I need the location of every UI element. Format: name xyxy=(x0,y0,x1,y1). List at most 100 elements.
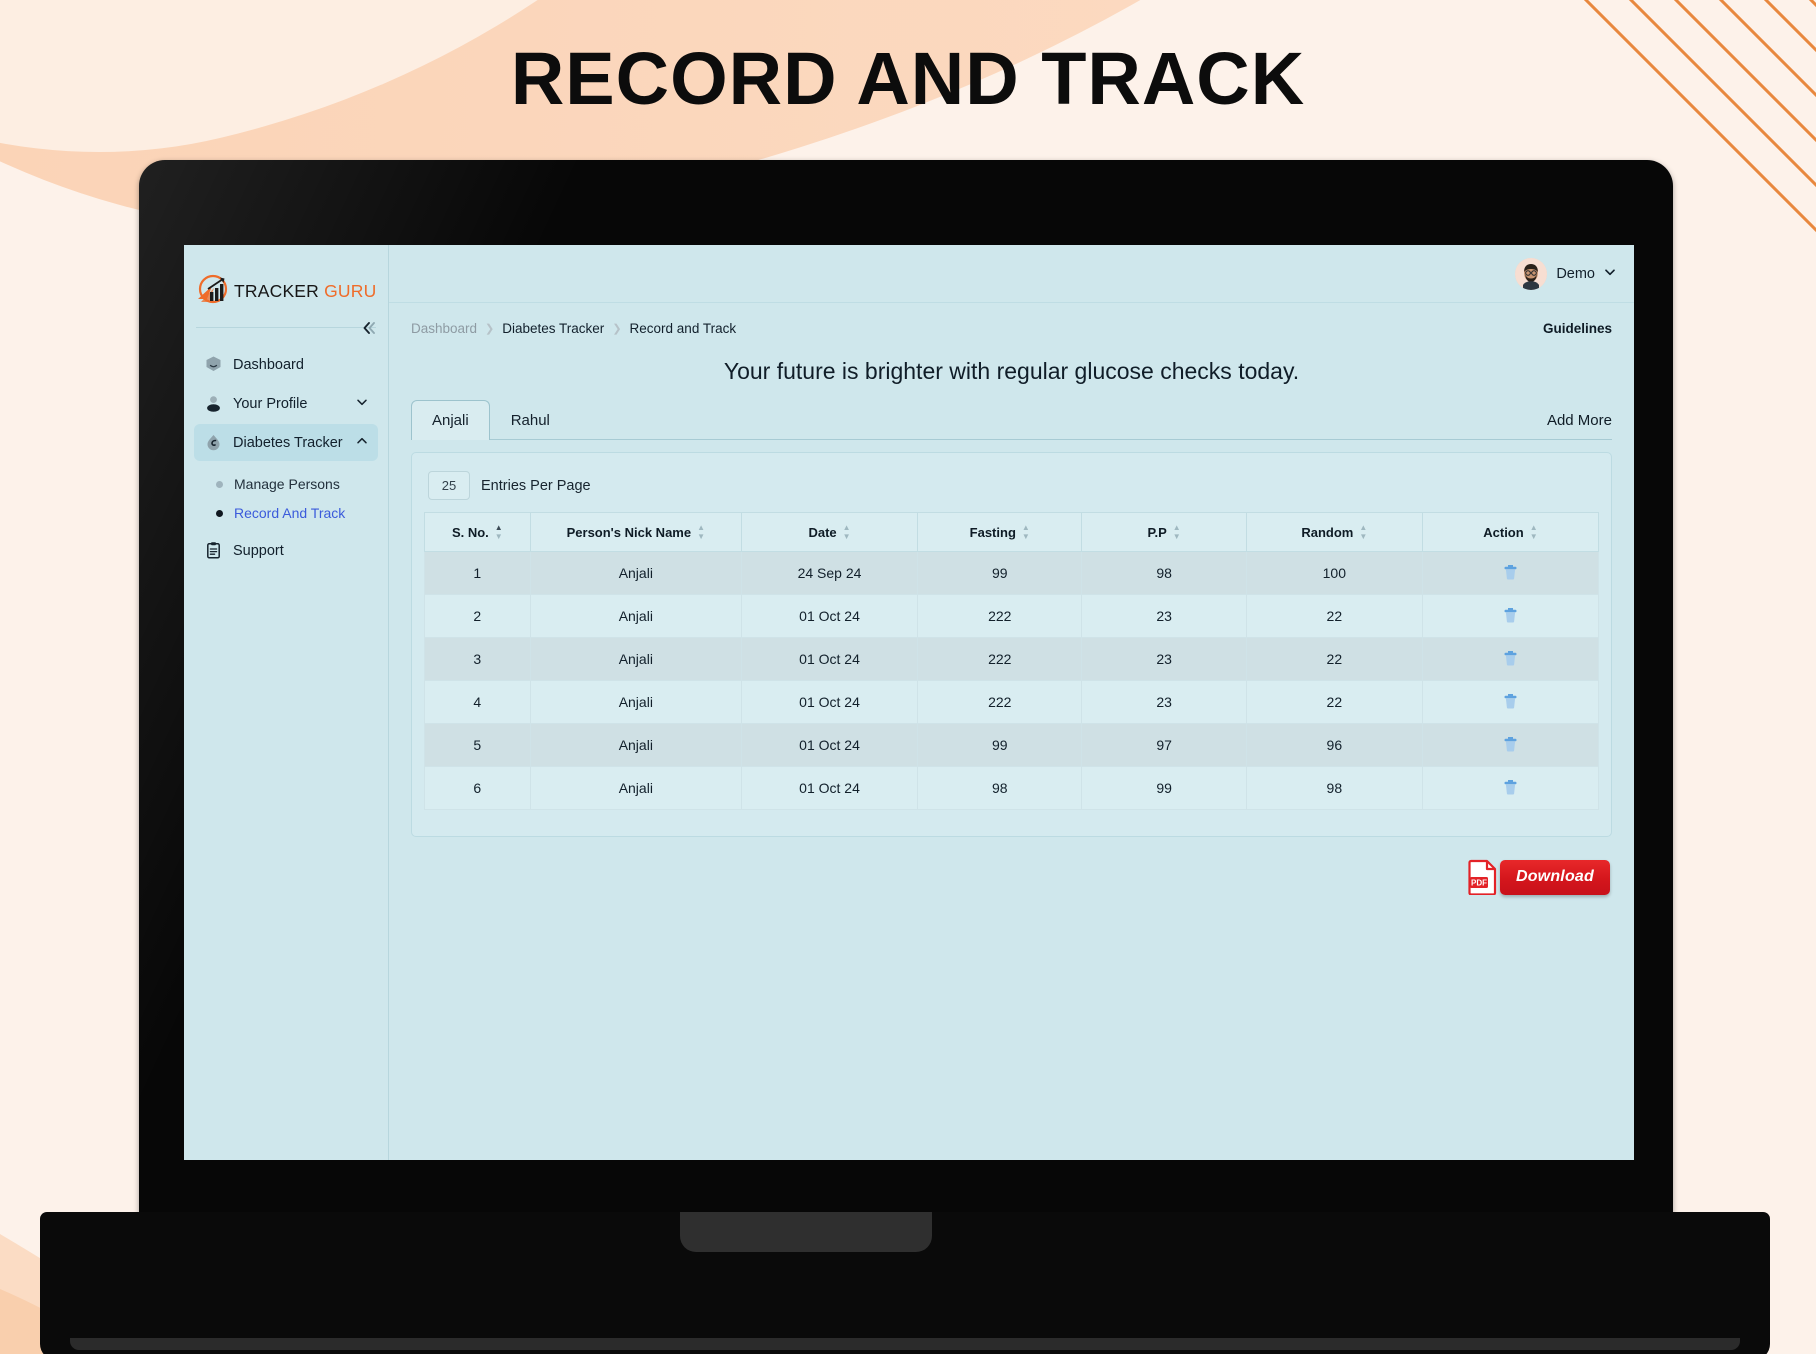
column-header-date[interactable]: Date ▲ ▼ xyxy=(740,512,919,552)
bullet-icon xyxy=(216,509,223,517)
trash-icon[interactable] xyxy=(1503,778,1518,795)
tabs-row: Anjali Rahul Add More xyxy=(389,399,1634,440)
sidebar-item-dashboard[interactable]: Dashboard xyxy=(194,346,378,383)
person-tabs: Anjali Rahul xyxy=(411,399,571,440)
column-header-label: Action xyxy=(1483,524,1524,540)
column-header-s-no[interactable]: S. No. ▲ ▼ xyxy=(424,512,531,552)
cell-date: 01 Oct 24 xyxy=(740,766,919,810)
download-button[interactable]: PDF Download xyxy=(1468,859,1610,896)
table-header-row: S. No. ▲ ▼ Person's Nick Name ▲ ▼ Date ▲ ▼ xyxy=(424,512,1600,552)
sidebar-item-manage-persons[interactable]: Manage Persons xyxy=(194,471,378,497)
breadcrumb-item-dashboard[interactable]: Dashboard xyxy=(411,321,477,336)
column-header-random[interactable]: Random ▲ ▼ xyxy=(1245,512,1423,552)
cell-action xyxy=(1421,766,1600,810)
pdf-label: PDF xyxy=(1471,878,1487,887)
cell-s-no: 4 xyxy=(424,680,531,724)
cell-s-no: 2 xyxy=(424,594,531,638)
app-screen: TRACKER GURU Dashboard Your Profile Diab… xyxy=(184,245,1634,1160)
sort-icon[interactable]: ▲ ▼ xyxy=(1359,524,1367,541)
cell-name: Anjali xyxy=(529,680,742,724)
sort-icon[interactable]: ▲ ▼ xyxy=(1530,524,1538,541)
chart-arrow-logo-icon xyxy=(194,273,230,309)
records-table: S. No. ▲ ▼ Person's Nick Name ▲ ▼ Date ▲ ▼ xyxy=(424,512,1600,810)
sort-icon[interactable]: ▲ ▼ xyxy=(697,524,705,541)
chevron-down-icon[interactable] xyxy=(356,396,368,411)
cell-fasting: 99 xyxy=(917,723,1083,767)
cell-name: Anjali xyxy=(529,637,742,681)
cell-random: 22 xyxy=(1245,594,1423,638)
avatar-bearded-man-icon[interactable] xyxy=(1515,257,1548,290)
chevron-right-icon: ❯ xyxy=(612,323,622,335)
sort-icon[interactable]: ▲ ▼ xyxy=(843,524,851,541)
cell-fasting: 222 xyxy=(917,680,1083,724)
cell-fasting: 222 xyxy=(917,637,1083,681)
table-row[interactable]: 6 Anjali 01 Oct 24 98 99 98 xyxy=(424,766,1600,810)
cell-random: 22 xyxy=(1245,680,1423,724)
tab-anjali[interactable]: Anjali xyxy=(411,400,490,440)
sidebar-item-diabetes-tracker[interactable]: Diabetes Tracker xyxy=(194,424,378,461)
column-header-label: S. No. xyxy=(451,524,489,540)
table-row[interactable]: 4 Anjali 01 Oct 24 222 23 22 xyxy=(424,680,1600,724)
sidebar-item-label: Your Profile xyxy=(233,395,308,412)
breadcrumb-bar: Dashboard ❯ Diabetes Tracker ❯ Record an… xyxy=(389,303,1634,336)
add-more-button[interactable]: Add More xyxy=(1547,412,1612,439)
guidelines-link[interactable]: Guidelines xyxy=(1543,321,1612,336)
column-header-fasting[interactable]: Fasting ▲ ▼ xyxy=(917,512,1083,552)
pdf-file-icon: PDF xyxy=(1468,859,1498,896)
brand-name: TRACKER GURU xyxy=(234,281,376,302)
cell-date: 01 Oct 24 xyxy=(740,680,919,724)
table-row[interactable]: 5 Anjali 01 Oct 24 99 97 96 xyxy=(424,723,1600,767)
droplet-icon xyxy=(204,433,223,452)
cell-date: 01 Oct 24 xyxy=(740,723,919,767)
sort-icon[interactable]: ▲ ▼ xyxy=(1173,524,1181,541)
page-headline: Your future is brighter with regular glu… xyxy=(723,358,1300,384)
cell-fasting: 222 xyxy=(917,594,1083,638)
sidebar-item-record-and-track[interactable]: Record And Track xyxy=(194,500,378,526)
cell-s-no: 5 xyxy=(424,723,531,767)
column-header-pp[interactable]: P.P ▲ ▼ xyxy=(1081,512,1247,552)
cell-random: 96 xyxy=(1245,723,1423,767)
sidebar-subnav-diabetes-tracker: Manage Persons Record And Track xyxy=(194,463,378,530)
trash-icon[interactable] xyxy=(1503,563,1518,580)
cell-name: Anjali xyxy=(529,723,742,767)
sort-icon[interactable]: ▲ ▼ xyxy=(495,524,503,541)
trash-icon[interactable] xyxy=(1503,692,1518,709)
column-header-persons-nick-name[interactable]: Person's Nick Name ▲ ▼ xyxy=(529,512,742,552)
cell-pp: 99 xyxy=(1081,766,1247,810)
entries-per-page-input[interactable]: 25 xyxy=(428,471,470,500)
breadcrumb: Dashboard ❯ Diabetes Tracker ❯ Record an… xyxy=(411,321,736,336)
brand-name-primary: TRACKER xyxy=(234,280,320,301)
sidebar-item-your-profile[interactable]: Your Profile xyxy=(194,385,378,422)
trash-icon[interactable] xyxy=(1503,649,1518,666)
cell-pp: 97 xyxy=(1081,723,1247,767)
cell-name: Anjali xyxy=(529,551,742,595)
table-row[interactable]: 1 Anjali 24 Sep 24 99 98 100 xyxy=(424,551,1600,595)
sidebar: TRACKER GURU Dashboard Your Profile Diab… xyxy=(184,245,389,1160)
sort-icon[interactable]: ▲ ▼ xyxy=(1022,524,1030,541)
bullet-icon xyxy=(216,480,223,488)
breadcrumb-item-record-and-track: Record and Track xyxy=(629,321,737,336)
dashboard-icon xyxy=(204,355,223,374)
trash-icon[interactable] xyxy=(1503,735,1518,752)
download-row: PDF Download xyxy=(389,837,1634,896)
laptop-base-notch xyxy=(680,1212,932,1252)
cell-pp: 23 xyxy=(1081,680,1247,724)
table-row[interactable]: 3 Anjali 01 Oct 24 222 23 22 xyxy=(424,637,1600,681)
breadcrumb-item-diabetes-tracker[interactable]: Diabetes Tracker xyxy=(502,321,604,336)
entries-per-page-control: 25 Entries Per Page xyxy=(424,465,1599,512)
double-chevron-left-icon[interactable] xyxy=(358,317,380,339)
table-row[interactable]: 2 Anjali 01 Oct 24 222 23 22 xyxy=(424,594,1600,638)
sidebar-item-label: Dashboard xyxy=(233,356,304,373)
cell-fasting: 98 xyxy=(917,766,1083,810)
column-header-label: Random xyxy=(1301,524,1354,540)
brand-logo[interactable]: TRACKER GURU xyxy=(184,253,388,321)
tab-rahul[interactable]: Rahul xyxy=(490,400,571,440)
cell-s-no: 6 xyxy=(424,766,531,810)
tab-label: Anjali xyxy=(432,412,469,429)
chevron-up-icon[interactable] xyxy=(356,435,368,450)
trash-icon[interactable] xyxy=(1503,606,1518,623)
chevron-down-icon[interactable] xyxy=(1604,266,1616,281)
column-header-action[interactable]: Action ▲ ▼ xyxy=(1421,512,1600,552)
sidebar-item-support[interactable]: Support xyxy=(194,532,378,569)
cell-action xyxy=(1421,594,1600,638)
